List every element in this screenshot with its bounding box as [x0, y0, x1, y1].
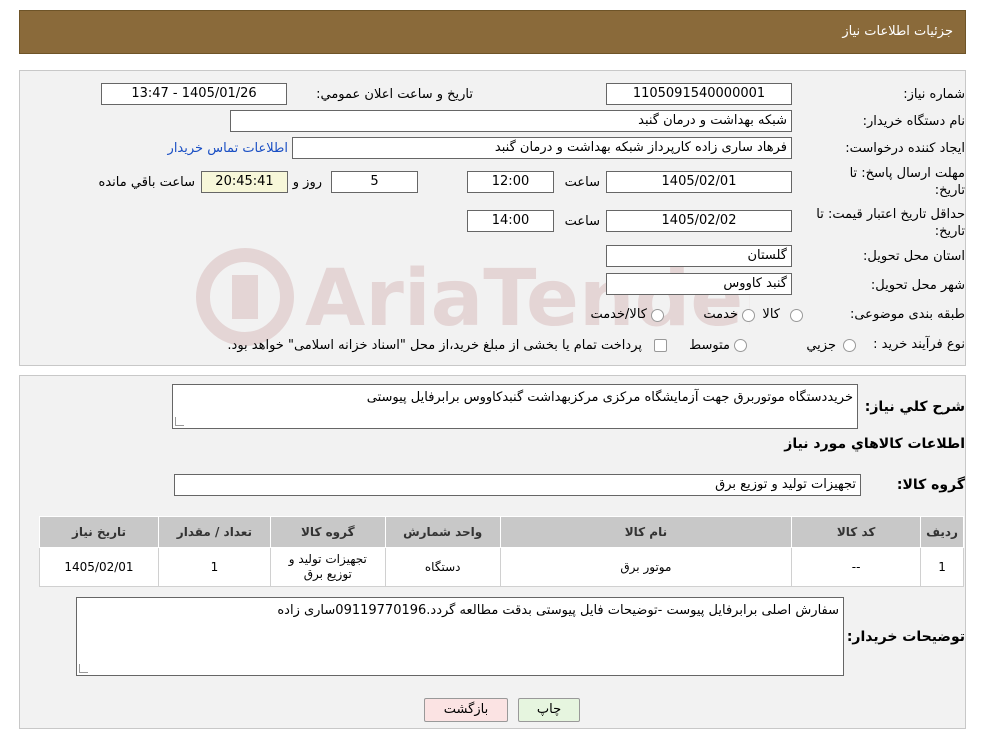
reply-deadline-label: مهلت ارسال پاسخ: تا — [849, 166, 965, 181]
reply-time-label: ساعت — [564, 175, 600, 190]
delivery-province-label: استان محل تحویل: — [863, 249, 965, 264]
category-option-service: خدمت — [703, 307, 738, 322]
items-table-header: رديف کد کالا نام کالا واحد شمارش گروه کا… — [39, 516, 964, 548]
col-item-code: کد کالا — [791, 516, 922, 548]
cell-goods-group: تجهیزات تولید و توزیع برق — [269, 547, 386, 587]
price-validity-label: حداقل تاریخ اعتبار قیمت: تا — [816, 207, 965, 222]
cell-row-number: 1 — [920, 547, 964, 587]
col-item-name: نام کالا — [499, 516, 793, 548]
col-unit: واحد شمارش — [384, 516, 501, 548]
category-radio-goods-service[interactable] — [651, 309, 664, 322]
reply-days-label: روز و — [292, 175, 322, 190]
need-number-label: شماره نیاز: — [903, 87, 965, 102]
category-radio-goods[interactable] — [790, 309, 803, 322]
treasury-checkbox[interactable] — [654, 339, 667, 352]
col-goods-group: گروه کالا — [269, 516, 386, 548]
col-quantity: تعداد / مقدار — [157, 516, 271, 548]
requester-field: فرهاد ساری زاده کارپرداز شبکه بهداشت و د… — [292, 137, 792, 159]
buyer-notes-text: سفارش اصلی برابرفایل پیوست -توضیحات فایل… — [277, 603, 839, 618]
category-label: طبقه بندی موضوعی: — [849, 307, 965, 322]
buyer-notes-field: سفارش اصلی برابرفایل پیوست -توضیحات فایل… — [76, 597, 844, 676]
col-need-date: تاريخ نياز — [39, 516, 159, 548]
delivery-city-field: گنبد کاووس — [606, 273, 792, 295]
cell-item-name: موتور برق — [499, 547, 793, 587]
purchase-type-radio-minor[interactable] — [843, 339, 856, 352]
delivery-province-field: گلستان — [606, 245, 792, 267]
resize-grip-icon — [175, 417, 184, 426]
goods-section-title: اطلاعات کالاهاي مورد نياز — [784, 436, 965, 452]
page-title: جزئیات اطلاعات نیاز — [842, 24, 953, 39]
page-header: جزئیات اطلاعات نیاز — [19, 10, 966, 54]
col-row-number: رديف — [920, 516, 964, 548]
reply-days-field: 5 — [331, 171, 418, 193]
cell-item-code: -- — [791, 547, 922, 587]
purchase-type-radio-medium[interactable] — [734, 339, 747, 352]
announce-datetime-label: تاریخ و ساعت اعلان عمومي: — [316, 87, 473, 102]
purchase-type-option-medium: متوسط — [689, 338, 730, 353]
need-number-field: 1105091540000001 — [606, 83, 792, 105]
reply-remaining-label: ساعت باقي مانده — [98, 175, 195, 190]
category-radio-service[interactable] — [742, 309, 755, 322]
purchase-type-label: نوع فرآیند خرید : — [873, 337, 965, 352]
print-button[interactable]: چاپ — [518, 698, 580, 722]
description-text: خریددستگاه موتوربرق جهت آزمایشگاه مرکزی … — [366, 390, 853, 405]
category-option-goods-service: کالا/خدمت — [590, 307, 647, 322]
items-table: رديف کد کالا نام کالا واحد شمارش گروه کا… — [39, 516, 964, 587]
announce-datetime-field: 1405/01/26 - 13:47 — [101, 83, 287, 105]
goods-group-field: تجهیزات تولید و توزیع برق — [174, 474, 861, 496]
reply-time-field: 12:00 — [467, 171, 554, 193]
price-validity-date-field: 1405/02/02 — [606, 210, 792, 232]
delivery-city-label: شهر محل تحویل: — [870, 278, 965, 293]
reply-date-field: 1405/02/01 — [606, 171, 792, 193]
treasury-note: پرداخت تمام یا بخشی از مبلغ خرید،از محل … — [227, 338, 642, 353]
resize-grip-icon — [79, 664, 88, 673]
buyer-notes-label: توضیحات خریدار: — [846, 629, 965, 645]
price-validity-time-label: ساعت — [564, 214, 600, 229]
cell-need-date: 1405/02/01 — [39, 547, 159, 587]
requester-label: ایجاد کننده درخواست: — [845, 141, 965, 156]
description-label: شرح کلي نياز: — [864, 399, 965, 415]
buyer-org-field: شبکه بهداشت و درمان گنبد — [230, 110, 792, 132]
price-validity-label-2: تاریخ: — [934, 224, 965, 239]
category-option-goods: کالا — [762, 307, 780, 322]
price-validity-time-field: 14:00 — [467, 210, 554, 232]
description-field: خریددستگاه موتوربرق جهت آزمایشگاه مرکزی … — [172, 384, 858, 429]
reply-remaining-field: 20:45:41 — [201, 171, 288, 193]
back-button[interactable]: بازگشت — [424, 698, 508, 722]
cell-unit: دستگاه — [384, 547, 501, 587]
buyer-org-label: نام دستگاه خریدار: — [862, 114, 965, 129]
goods-group-label: گروه کالا: — [896, 477, 965, 493]
table-row: 1 -- موتور برق دستگاه تجهیزات تولید و تو… — [39, 547, 964, 587]
purchase-type-option-minor: جزيي — [806, 338, 836, 353]
buyer-contact-link[interactable]: اطلاعات تماس خریدار — [168, 141, 288, 156]
cell-quantity: 1 — [157, 547, 271, 587]
reply-deadline-label-2: تاریخ: — [934, 183, 965, 198]
